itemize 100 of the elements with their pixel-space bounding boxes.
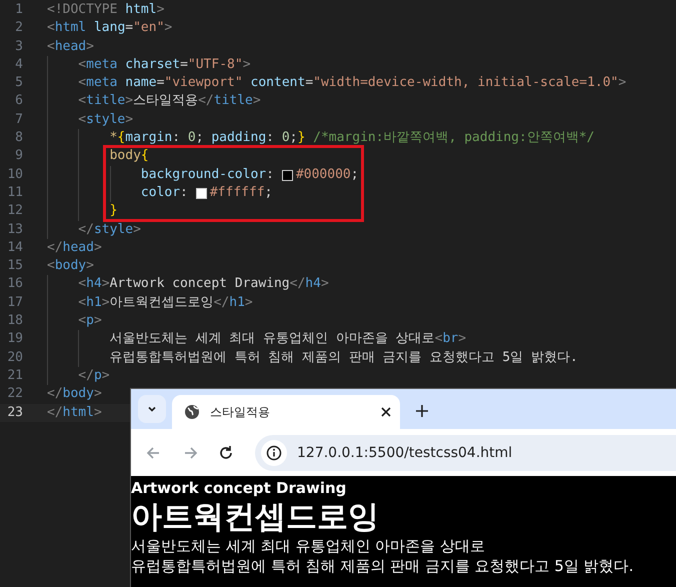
code-token: : — [266, 129, 274, 148]
code-token: > — [86, 257, 94, 276]
line-number: 20 — [6, 348, 23, 367]
code-token: <!DOCTYPE — [47, 1, 118, 19]
code-token: h1 — [86, 294, 102, 312]
code-token: "viewport" — [164, 74, 243, 92]
code-token: /*margin:바깥쪽여백, padding:안쪽여백*/ — [313, 129, 594, 148]
code-token: > — [86, 38, 94, 56]
code-token: < — [78, 275, 86, 294]
code-token: html — [54, 19, 86, 38]
code-token: 아트웍컨셉드로잉 — [110, 294, 214, 312]
line-number: 4 — [14, 56, 23, 74]
line-number: 22 — [6, 385, 23, 404]
code-token: > — [156, 1, 164, 19]
code-token: } — [110, 202, 118, 220]
info-icon[interactable] — [266, 444, 282, 460]
code-token: > — [94, 385, 102, 404]
line-number: 15 — [6, 257, 23, 276]
code-token: > — [164, 19, 172, 38]
tab-title: 스타일적용 — [210, 404, 271, 420]
code-token: { — [140, 147, 149, 166]
code-token: 유럽통합특허법원에 특허 침해 제품의 판매 금지를 요청했다고 5일 밝혔다. — [110, 348, 578, 367]
code-token: < — [78, 110, 86, 129]
code-token: > — [125, 110, 134, 129]
code-token: 0 — [282, 129, 290, 148]
code-token: : — [266, 166, 274, 184]
code-token: meta — [86, 74, 118, 92]
code-token: body — [110, 147, 141, 166]
code-token: margin — [125, 129, 172, 148]
code-token: </ — [78, 366, 94, 385]
code-token: h1 — [229, 294, 245, 312]
code-token: : — [172, 129, 180, 148]
code-token: #ffffff — [210, 184, 265, 202]
code-token: ; — [264, 184, 272, 202]
code-token: < — [78, 312, 86, 330]
url-text: 127.0.0.1:5500/testcss04.html — [297, 444, 512, 460]
code-token: style — [94, 220, 134, 239]
code-token: </ — [47, 238, 63, 257]
line-number: 16 — [6, 275, 23, 294]
browser-tab[interactable]: 스타일적용 — [172, 395, 400, 429]
code-token: </ — [214, 294, 230, 312]
code-token: > — [102, 294, 110, 312]
code-token: < — [78, 92, 86, 110]
line-number: 2 — [14, 19, 23, 38]
line-number: 14 — [6, 238, 23, 257]
code-token: title — [214, 92, 253, 110]
code-token: "UTF-8" — [188, 56, 243, 74]
code-token: > — [458, 330, 466, 348]
line-number: 18 — [6, 312, 23, 330]
line-number: 21 — [6, 366, 23, 385]
code-token: > — [102, 275, 110, 294]
code-token: > — [252, 92, 261, 110]
code-token: ; — [196, 129, 204, 148]
code-token: ; — [290, 129, 298, 148]
page-heading: 아트웍컨셉드로잉 — [131, 498, 380, 536]
code-token: > — [242, 56, 251, 74]
line-number: 8 — [14, 129, 23, 148]
code-token: > — [618, 74, 626, 92]
line-number: 9 — [14, 147, 23, 166]
code-token: 0 — [188, 129, 196, 148]
code-token: > — [244, 294, 253, 312]
page-paragraph: 서울반도체는 세계 최대 유통업체인 아마존을 상대로 유럽통합특허법원에 특허 침해 제품의 판매 금지를 요청했다고 5일 밝혔다. — [131, 536, 634, 576]
code-token: br — [442, 330, 458, 348]
code-token: < — [78, 56, 86, 74]
code-token: ; — [350, 166, 359, 184]
code-token: </ — [78, 220, 94, 239]
code-token: < — [47, 38, 55, 56]
code-token: > — [94, 312, 102, 330]
line-number: 11 — [6, 184, 23, 202]
line-number: 6 — [14, 92, 23, 110]
code-token: = — [180, 56, 188, 74]
line-number: 23 — [6, 404, 23, 422]
code-token: head — [62, 238, 94, 257]
code-token: 스타일적용 — [133, 92, 198, 110]
line-number: 7 — [14, 110, 23, 129]
close-icon[interactable] — [380, 406, 392, 418]
code-token: = — [305, 74, 314, 92]
code-token: > — [94, 238, 102, 257]
code-token: </ — [47, 385, 63, 404]
new-tab-icon[interactable] — [415, 404, 429, 418]
code-token: lang — [94, 19, 126, 38]
reload-icon[interactable] — [217, 444, 235, 462]
line-number: 13 — [6, 220, 23, 239]
code-token: "width=device-width, initial-scale=1.0" — [313, 74, 618, 92]
code-token: > — [125, 92, 134, 110]
code-token: : — [180, 184, 188, 202]
code-token: < — [78, 294, 86, 312]
code-token: < — [78, 74, 86, 92]
code-token: "en" — [133, 19, 164, 38]
line-number: 12 — [6, 202, 23, 220]
code-token: meta — [86, 56, 118, 74]
code-token: </ — [47, 404, 63, 422]
code-token: h4 — [86, 275, 102, 294]
code-token: charset — [125, 56, 180, 74]
code-token: 서울반도체는 세계 최대 유통업체인 아마존을 상대로 — [110, 330, 435, 348]
code-token: Artwork concept Drawing — [110, 275, 290, 294]
code-token: content — [250, 74, 306, 92]
address-bar[interactable]: 127.0.0.1:5500/testcss04.html — [255, 434, 676, 470]
code-token: color — [140, 184, 180, 202]
code-token: < — [434, 330, 443, 348]
